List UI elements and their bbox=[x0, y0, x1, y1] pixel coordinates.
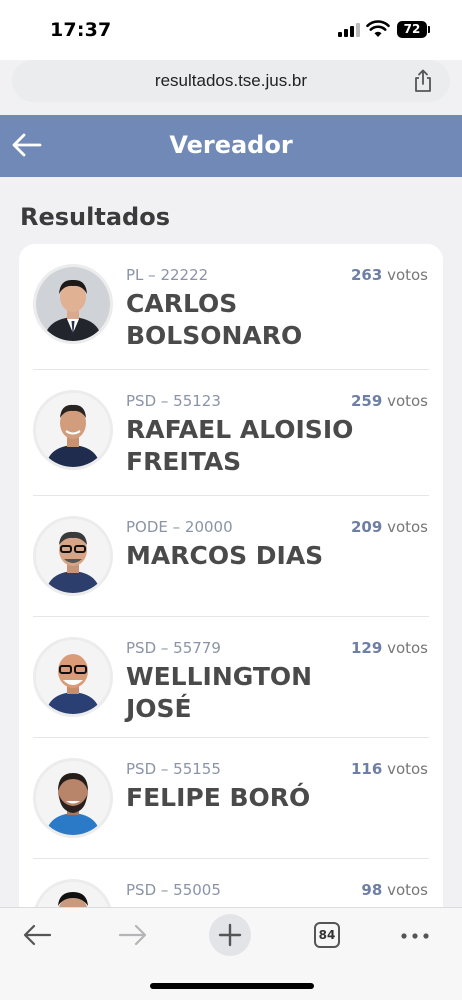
section-title: Resultados bbox=[20, 203, 170, 231]
candidate-party: PSD – 55779 bbox=[126, 639, 221, 657]
votes-count: 129 bbox=[350, 639, 383, 657]
candidate-name: WELLINGTON JOSÉ bbox=[126, 662, 313, 723]
candidate-photo bbox=[33, 390, 113, 470]
candidate-party: PSD – 55155 bbox=[126, 760, 221, 778]
signal-icon bbox=[338, 23, 360, 37]
url-text[interactable]: resultados.tse.jus.br bbox=[12, 71, 450, 91]
candidate-name: FELIPE BORÓ bbox=[126, 783, 311, 812]
address-bar[interactable]: resultados.tse.jus.br bbox=[12, 60, 450, 102]
votes-label: votos bbox=[382, 639, 428, 657]
page-header: Vereador bbox=[0, 115, 462, 177]
status-bar: 17:37 72 bbox=[0, 0, 462, 60]
candidate-row[interactable]: PL – 22222 263 votos CARLOS BOLSONARO bbox=[19, 244, 443, 370]
browser-back-icon[interactable] bbox=[22, 922, 52, 948]
votes-count: 116 bbox=[350, 760, 383, 778]
votes-label: votos bbox=[382, 881, 428, 899]
votes-count: 259 bbox=[350, 392, 383, 410]
votes-count: 209 bbox=[350, 518, 383, 536]
candidate-party: PL – 22222 bbox=[126, 266, 209, 284]
share-icon[interactable] bbox=[412, 69, 434, 93]
votes-label: votos bbox=[382, 392, 428, 410]
votes-label: votos bbox=[382, 518, 428, 536]
status-time: 17:37 bbox=[50, 19, 112, 41]
candidate-votes: 209 votos bbox=[351, 518, 428, 536]
battery-level: 72 bbox=[397, 21, 427, 38]
votes-label: votos bbox=[382, 760, 428, 778]
candidate-party: PSD – 55123 bbox=[126, 392, 221, 410]
plus-icon bbox=[218, 923, 242, 947]
candidate-row[interactable]: PSD – 55123 259 votos RAFAEL ALOISIO FRE… bbox=[19, 370, 443, 496]
candidate-votes: 129 votos bbox=[351, 639, 428, 657]
candidate-votes: 263 votos bbox=[351, 266, 428, 284]
page-title: Vereador bbox=[169, 131, 293, 159]
candidate-row[interactable]: PSD – 55155 116 votos FELIPE BORÓ bbox=[19, 738, 443, 859]
candidate-photo bbox=[33, 516, 113, 596]
home-indicator bbox=[150, 983, 314, 989]
votes-label: votos bbox=[382, 266, 428, 284]
candidate-votes: 259 votos bbox=[351, 392, 428, 410]
candidate-photo bbox=[33, 758, 113, 838]
tabs-button[interactable]: 84 bbox=[314, 922, 340, 948]
candidate-votes: 116 votos bbox=[351, 760, 428, 778]
candidate-party: PODE – 20000 bbox=[126, 518, 233, 536]
battery-icon bbox=[428, 26, 430, 33]
candidate-name: RAFAEL ALOISIO FREITAS bbox=[126, 415, 354, 476]
browser-forward-icon[interactable] bbox=[118, 922, 148, 948]
more-options-icon[interactable] bbox=[400, 932, 430, 940]
candidate-party: PSD – 55005 bbox=[126, 881, 221, 899]
candidate-votes: 98 votos bbox=[361, 881, 428, 899]
candidate-photo bbox=[33, 264, 113, 344]
results-list: PL – 22222 263 votos CARLOS BOLSONARO PS… bbox=[19, 244, 443, 944]
candidate-row[interactable]: PODE – 20000 209 votos MARCOS DIAS bbox=[19, 496, 443, 617]
candidate-name: CARLOS BOLSONARO bbox=[126, 289, 303, 350]
votes-count: 263 bbox=[350, 266, 383, 284]
new-tab-button[interactable] bbox=[209, 914, 251, 956]
votes-count: 98 bbox=[361, 881, 383, 899]
candidate-photo bbox=[33, 637, 113, 717]
candidate-name: MARCOS DIAS bbox=[126, 541, 324, 570]
wifi-icon bbox=[366, 20, 390, 37]
candidate-row[interactable]: PSD – 55779 129 votos WELLINGTON JOSÉ bbox=[19, 617, 443, 738]
